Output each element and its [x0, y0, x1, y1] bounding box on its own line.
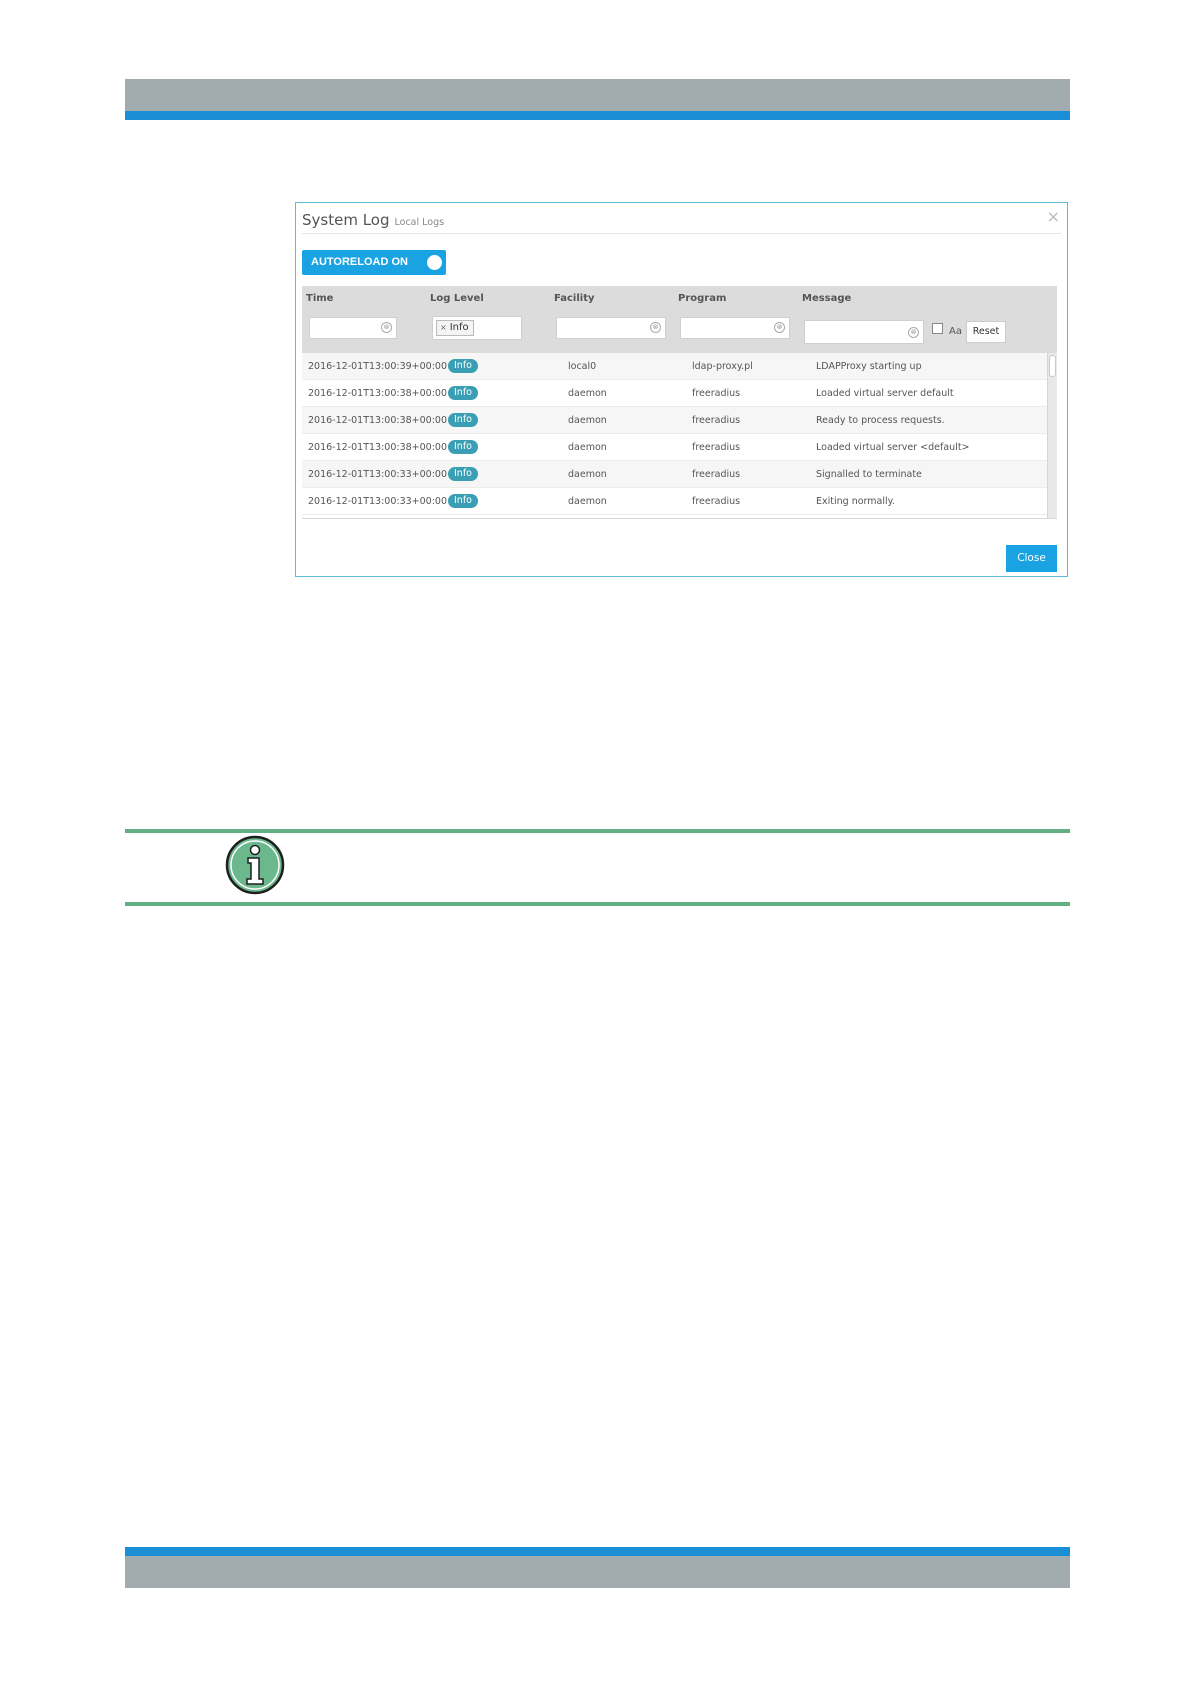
clear-icon[interactable]: ⊗ — [650, 322, 661, 333]
log-table-body: 2016-12-01T13:00:39+00:00 Info local0 ldap-… — [302, 353, 1057, 519]
message-cell: Loaded virtual server default — [816, 388, 954, 399]
grid-header: Time Log Level Facility Program Message … — [302, 286, 1057, 353]
autoreload-toggle[interactable]: AUTORELOAD ON — [302, 250, 446, 275]
facility-cell: daemon — [568, 469, 607, 480]
info-icon — [225, 835, 285, 895]
table-row[interactable]: 2016-12-01T13:00:38+00:00 Info daemon freer… — [302, 434, 1047, 461]
close-icon[interactable]: × — [1047, 209, 1060, 225]
table-row[interactable]: 2016-12-01T13:00:39+00:00 Info local0 ldap-… — [302, 353, 1047, 380]
note-top-rule — [125, 829, 1070, 833]
message-cell: LDAPProxy starting up — [816, 361, 922, 372]
message-cell: Loaded virtual server <default> — [816, 442, 970, 453]
toggle-knob — [427, 255, 442, 270]
column-header-facility[interactable]: Facility — [554, 293, 595, 304]
dialog-header-divider — [302, 233, 1061, 234]
facility-filter-input[interactable]: ⊗ — [556, 317, 666, 339]
log-level-badge: Info — [448, 359, 478, 373]
vertical-scrollbar[interactable] — [1047, 353, 1057, 518]
case-sensitive-label: Aa — [949, 326, 962, 337]
time-cell: 2016-12-01T13:00:38+00:00 — [308, 415, 448, 426]
table-row[interactable]: 2016-12-01T13:00:33+00:00 Info daemon freer… — [302, 488, 1047, 515]
log-level-badge: Info — [448, 467, 478, 481]
log-level-chip[interactable]: × Info — [436, 320, 474, 336]
facility-cell: daemon — [568, 496, 607, 507]
table-row[interactable]: 2016-12-01T13:00:33+00:00 Info daemon freer… — [302, 461, 1047, 488]
program-cell: freeradius — [692, 469, 741, 480]
chip-label: Info — [449, 322, 469, 333]
time-cell: 2016-12-01T13:00:38+00:00 — [308, 442, 448, 453]
time-cell: 2016-12-01T13:00:33+00:00 — [308, 469, 448, 480]
chip-remove-icon[interactable]: × — [440, 323, 447, 332]
message-cell: Ready to process requests. — [816, 415, 945, 426]
note-bottom-rule — [125, 902, 1070, 906]
facility-cell: daemon — [568, 388, 607, 399]
column-header-program[interactable]: Program — [678, 293, 726, 304]
message-cell: Exiting normally. — [816, 496, 895, 507]
system-log-dialog: System Log Local Logs × AUTORELOAD ON Tim… — [295, 202, 1068, 577]
clear-icon[interactable]: ⊗ — [774, 322, 785, 333]
message-cell: Signalled to terminate — [816, 469, 922, 480]
time-filter-input[interactable]: ⊗ — [309, 317, 397, 339]
program-filter-input[interactable]: ⊗ — [680, 317, 790, 339]
page-header-band — [125, 79, 1070, 111]
scrollbar-thumb[interactable] — [1049, 355, 1056, 377]
program-cell: freeradius — [692, 415, 741, 426]
log-level-badge: Info — [448, 413, 478, 427]
facility-cell: daemon — [568, 415, 607, 426]
page-footer-band — [125, 1556, 1070, 1588]
program-cell: freeradius — [692, 442, 741, 453]
table-row[interactable]: 2016-12-01T13:00:38+00:00 Info daemon freer… — [302, 380, 1047, 407]
log-level-filter[interactable]: × Info — [432, 316, 522, 340]
time-cell: 2016-12-01T13:00:33+00:00 — [308, 496, 448, 507]
page-header-accent — [125, 111, 1070, 120]
program-cell: freeradius — [692, 388, 741, 399]
column-header-time[interactable]: Time — [306, 293, 333, 304]
close-button[interactable]: Close — [1006, 545, 1057, 572]
clear-icon[interactable]: ⊗ — [381, 322, 392, 333]
dialog-title: System Log Local Logs — [302, 211, 444, 229]
page-footer-accent — [125, 1547, 1070, 1556]
program-cell: freeradius — [692, 496, 741, 507]
log-level-badge: Info — [448, 494, 478, 508]
time-cell: 2016-12-01T13:00:39+00:00 — [308, 361, 448, 372]
dialog-title-text: System Log — [302, 211, 390, 229]
time-cell: 2016-12-01T13:00:38+00:00 — [308, 388, 448, 399]
case-sensitive-checkbox[interactable] — [932, 323, 943, 334]
clear-icon[interactable]: ⊗ — [908, 327, 919, 338]
facility-cell: local0 — [568, 361, 597, 372]
program-cell: ldap-proxy.pl — [692, 361, 753, 372]
column-header-message[interactable]: Message — [802, 293, 851, 304]
autoreload-label: AUTORELOAD ON — [311, 256, 408, 268]
message-filter-input[interactable]: ⊗ — [804, 320, 924, 344]
table-row[interactable]: 2016-12-01T13:00:38+00:00 Info daemon freer… — [302, 407, 1047, 434]
column-header-log-level[interactable]: Log Level — [430, 293, 484, 304]
log-level-badge: Info — [448, 386, 478, 400]
log-level-badge: Info — [448, 440, 478, 454]
reset-button[interactable]: Reset — [966, 321, 1006, 343]
dialog-subtitle: Local Logs — [394, 217, 445, 228]
facility-cell: daemon — [568, 442, 607, 453]
